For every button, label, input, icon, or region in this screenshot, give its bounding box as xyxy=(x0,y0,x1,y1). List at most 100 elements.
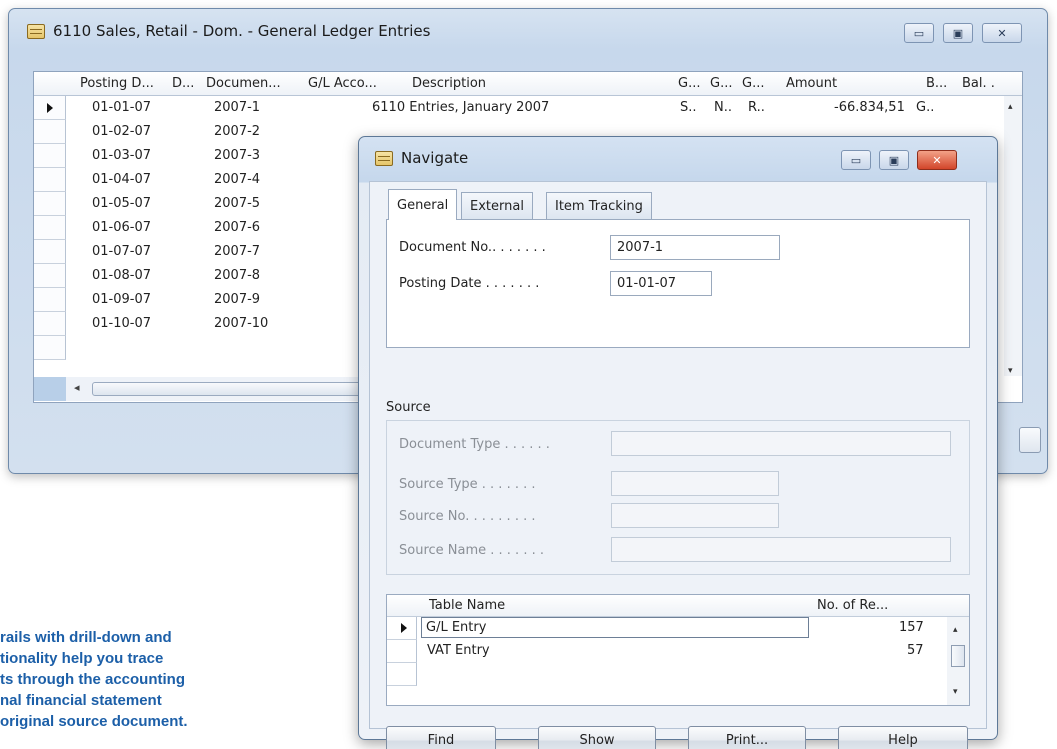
row-selector[interactable] xyxy=(34,96,66,120)
record-count-cell[interactable]: 57 xyxy=(907,643,924,658)
scroll-thumb[interactable] xyxy=(951,645,965,667)
navigate-title-bar[interactable]: Navigate ▭ ▣ ✕ xyxy=(359,137,997,181)
col-no-of-records[interactable]: No. of Re... xyxy=(817,598,888,613)
col-posting-date[interactable]: Posting D... xyxy=(80,76,154,91)
posting-date-cell: 01-02-07 xyxy=(92,124,152,139)
tab-external[interactable]: External xyxy=(461,192,533,220)
tab-general[interactable]: General xyxy=(388,189,458,220)
navigate-close-button[interactable]: ✕ xyxy=(917,150,957,170)
scroll-thumb[interactable] xyxy=(92,382,382,396)
col-document-type[interactable]: D... xyxy=(172,76,194,91)
document-no-cell: 2007-10 xyxy=(214,316,269,331)
source-type-label: Source Type . . . . . . . xyxy=(399,477,536,492)
document-no-cell: 2007-4 xyxy=(214,172,261,187)
record-count-cell[interactable]: 157 xyxy=(899,620,924,635)
source-name-label: Source Name . . . . . . . xyxy=(399,543,544,558)
row-selector[interactable] xyxy=(34,216,66,240)
navigate-maximize-button[interactable]: ▣ xyxy=(879,150,909,170)
print-button[interactable]: Print... xyxy=(688,726,806,749)
grid-corner xyxy=(34,377,66,401)
document-no-field[interactable]: 2007-1 xyxy=(610,235,780,260)
related-entries-table: Table Name No. of Re... G/L Entry 157 VA… xyxy=(386,594,970,706)
document-no-cell: 2007-5 xyxy=(214,196,261,211)
navigate-body: General External Item Tracking Document … xyxy=(369,181,987,749)
table-row[interactable]: VAT Entry 57 xyxy=(387,640,969,663)
col-gen-bus-posting[interactable]: G... xyxy=(710,76,732,91)
posting-date-cell: 01-04-07 xyxy=(92,172,152,187)
title-bar[interactable]: 6110 Sales, Retail - Dom. - General Ledg… xyxy=(9,9,1047,57)
scroll-down-icon[interactable]: ▾ xyxy=(953,687,958,697)
row-selector[interactable] xyxy=(387,663,417,686)
row-selector[interactable] xyxy=(34,288,66,312)
posting-date-cell: 01-09-07 xyxy=(92,292,152,307)
minimize-button[interactable]: ▭ xyxy=(904,23,934,43)
partially-hidden-button[interactable] xyxy=(1019,427,1041,453)
posting-date-field[interactable]: 01-01-07 xyxy=(610,271,712,296)
row-selector[interactable] xyxy=(34,240,66,264)
table-vertical-scrollbar[interactable]: ▴ ▾ xyxy=(947,617,969,705)
posting-date-cell: 01-08-07 xyxy=(92,268,152,283)
vertical-scrollbar[interactable]: ▴ ▾ xyxy=(1004,96,1022,376)
document-type-label: Document Type . . . . . . xyxy=(399,437,550,452)
document-type-field xyxy=(611,431,951,456)
table-row[interactable]: 01-01-07 2007-1 6110 Entries, January 20… xyxy=(34,96,1022,120)
navigate-window-icon xyxy=(375,151,393,166)
document-no-cell: 2007-7 xyxy=(214,244,261,259)
maximize-button[interactable]: ▣ xyxy=(943,23,973,43)
gen-bus-posting-cell: N.. xyxy=(714,100,732,115)
row-selector[interactable] xyxy=(34,336,66,360)
navigate-window: Navigate ▭ ▣ ✕ General External Item Tra… xyxy=(358,136,998,749)
description-cell: 6110 Entries, January 2007 xyxy=(372,100,550,115)
posting-date-cell: 01-05-07 xyxy=(92,196,152,211)
table-row[interactable]: G/L Entry 157 xyxy=(387,617,969,640)
row-selector[interactable] xyxy=(34,168,66,192)
tab-item-tracking[interactable]: Item Tracking xyxy=(546,192,652,220)
source-name-field xyxy=(611,537,951,562)
bal-account-type-cell: G.. xyxy=(916,100,935,115)
caption-line: rails with drill-down and xyxy=(0,629,172,646)
horizontal-scrollbar[interactable]: ◂ xyxy=(34,377,382,401)
general-tab-panel: Document No.. . . . . . . 2007-1 Posting… xyxy=(386,219,970,348)
show-button[interactable]: Show xyxy=(538,726,656,749)
table-header: Table Name No. of Re... xyxy=(387,595,969,617)
document-no-cell: 2007-6 xyxy=(214,220,261,235)
col-gen-posting-type[interactable]: G... xyxy=(678,76,700,91)
row-selector[interactable] xyxy=(387,640,417,663)
caption-line: original source document. xyxy=(0,713,188,730)
document-no-cell: 2007-3 xyxy=(214,148,261,163)
grid-header: Posting D... D... Documen... G/L Acco...… xyxy=(34,72,1022,96)
col-gl-account[interactable]: G/L Acco... xyxy=(308,76,377,91)
posting-date-cell: 01-10-07 xyxy=(92,316,152,331)
row-selector[interactable] xyxy=(34,264,66,288)
col-bal-account-no[interactable]: Bal. . xyxy=(962,76,995,91)
row-selector[interactable] xyxy=(34,312,66,336)
close-button[interactable]: ✕ xyxy=(982,23,1022,43)
table-row[interactable] xyxy=(387,663,969,686)
navigate-title: Navigate xyxy=(401,149,469,167)
col-gen-prod-posting[interactable]: G... xyxy=(742,76,764,91)
col-description[interactable]: Description xyxy=(412,76,486,91)
col-table-name[interactable]: Table Name xyxy=(429,598,505,613)
source-section: Document Type . . . . . . Source Type . … xyxy=(386,420,970,575)
row-selector[interactable] xyxy=(34,192,66,216)
col-document-no[interactable]: Documen... xyxy=(206,76,281,91)
scroll-up-icon[interactable]: ▴ xyxy=(1008,102,1013,112)
help-button[interactable]: Help xyxy=(838,726,968,749)
col-amount[interactable]: Amount xyxy=(786,76,837,91)
col-bal-account-type[interactable]: B... xyxy=(926,76,947,91)
navigate-minimize-button[interactable]: ▭ xyxy=(841,150,871,170)
source-no-label: Source No. . . . . . . . . xyxy=(399,509,536,524)
row-selector[interactable] xyxy=(387,617,417,640)
scroll-down-icon[interactable]: ▾ xyxy=(1008,366,1013,376)
scroll-up-icon[interactable]: ▴ xyxy=(953,625,958,635)
find-button[interactable]: Find xyxy=(386,726,496,749)
row-selector[interactable] xyxy=(34,120,66,144)
scroll-left-icon[interactable]: ◂ xyxy=(74,381,80,394)
table-window-icon xyxy=(27,24,45,39)
source-type-field xyxy=(611,471,779,496)
source-section-label: Source xyxy=(386,400,431,415)
table-name-cell[interactable]: VAT Entry xyxy=(427,643,490,658)
row-selector[interactable] xyxy=(34,144,66,168)
document-no-cell: 2007-1 xyxy=(214,100,261,115)
table-name-cell[interactable]: G/L Entry xyxy=(421,617,809,638)
